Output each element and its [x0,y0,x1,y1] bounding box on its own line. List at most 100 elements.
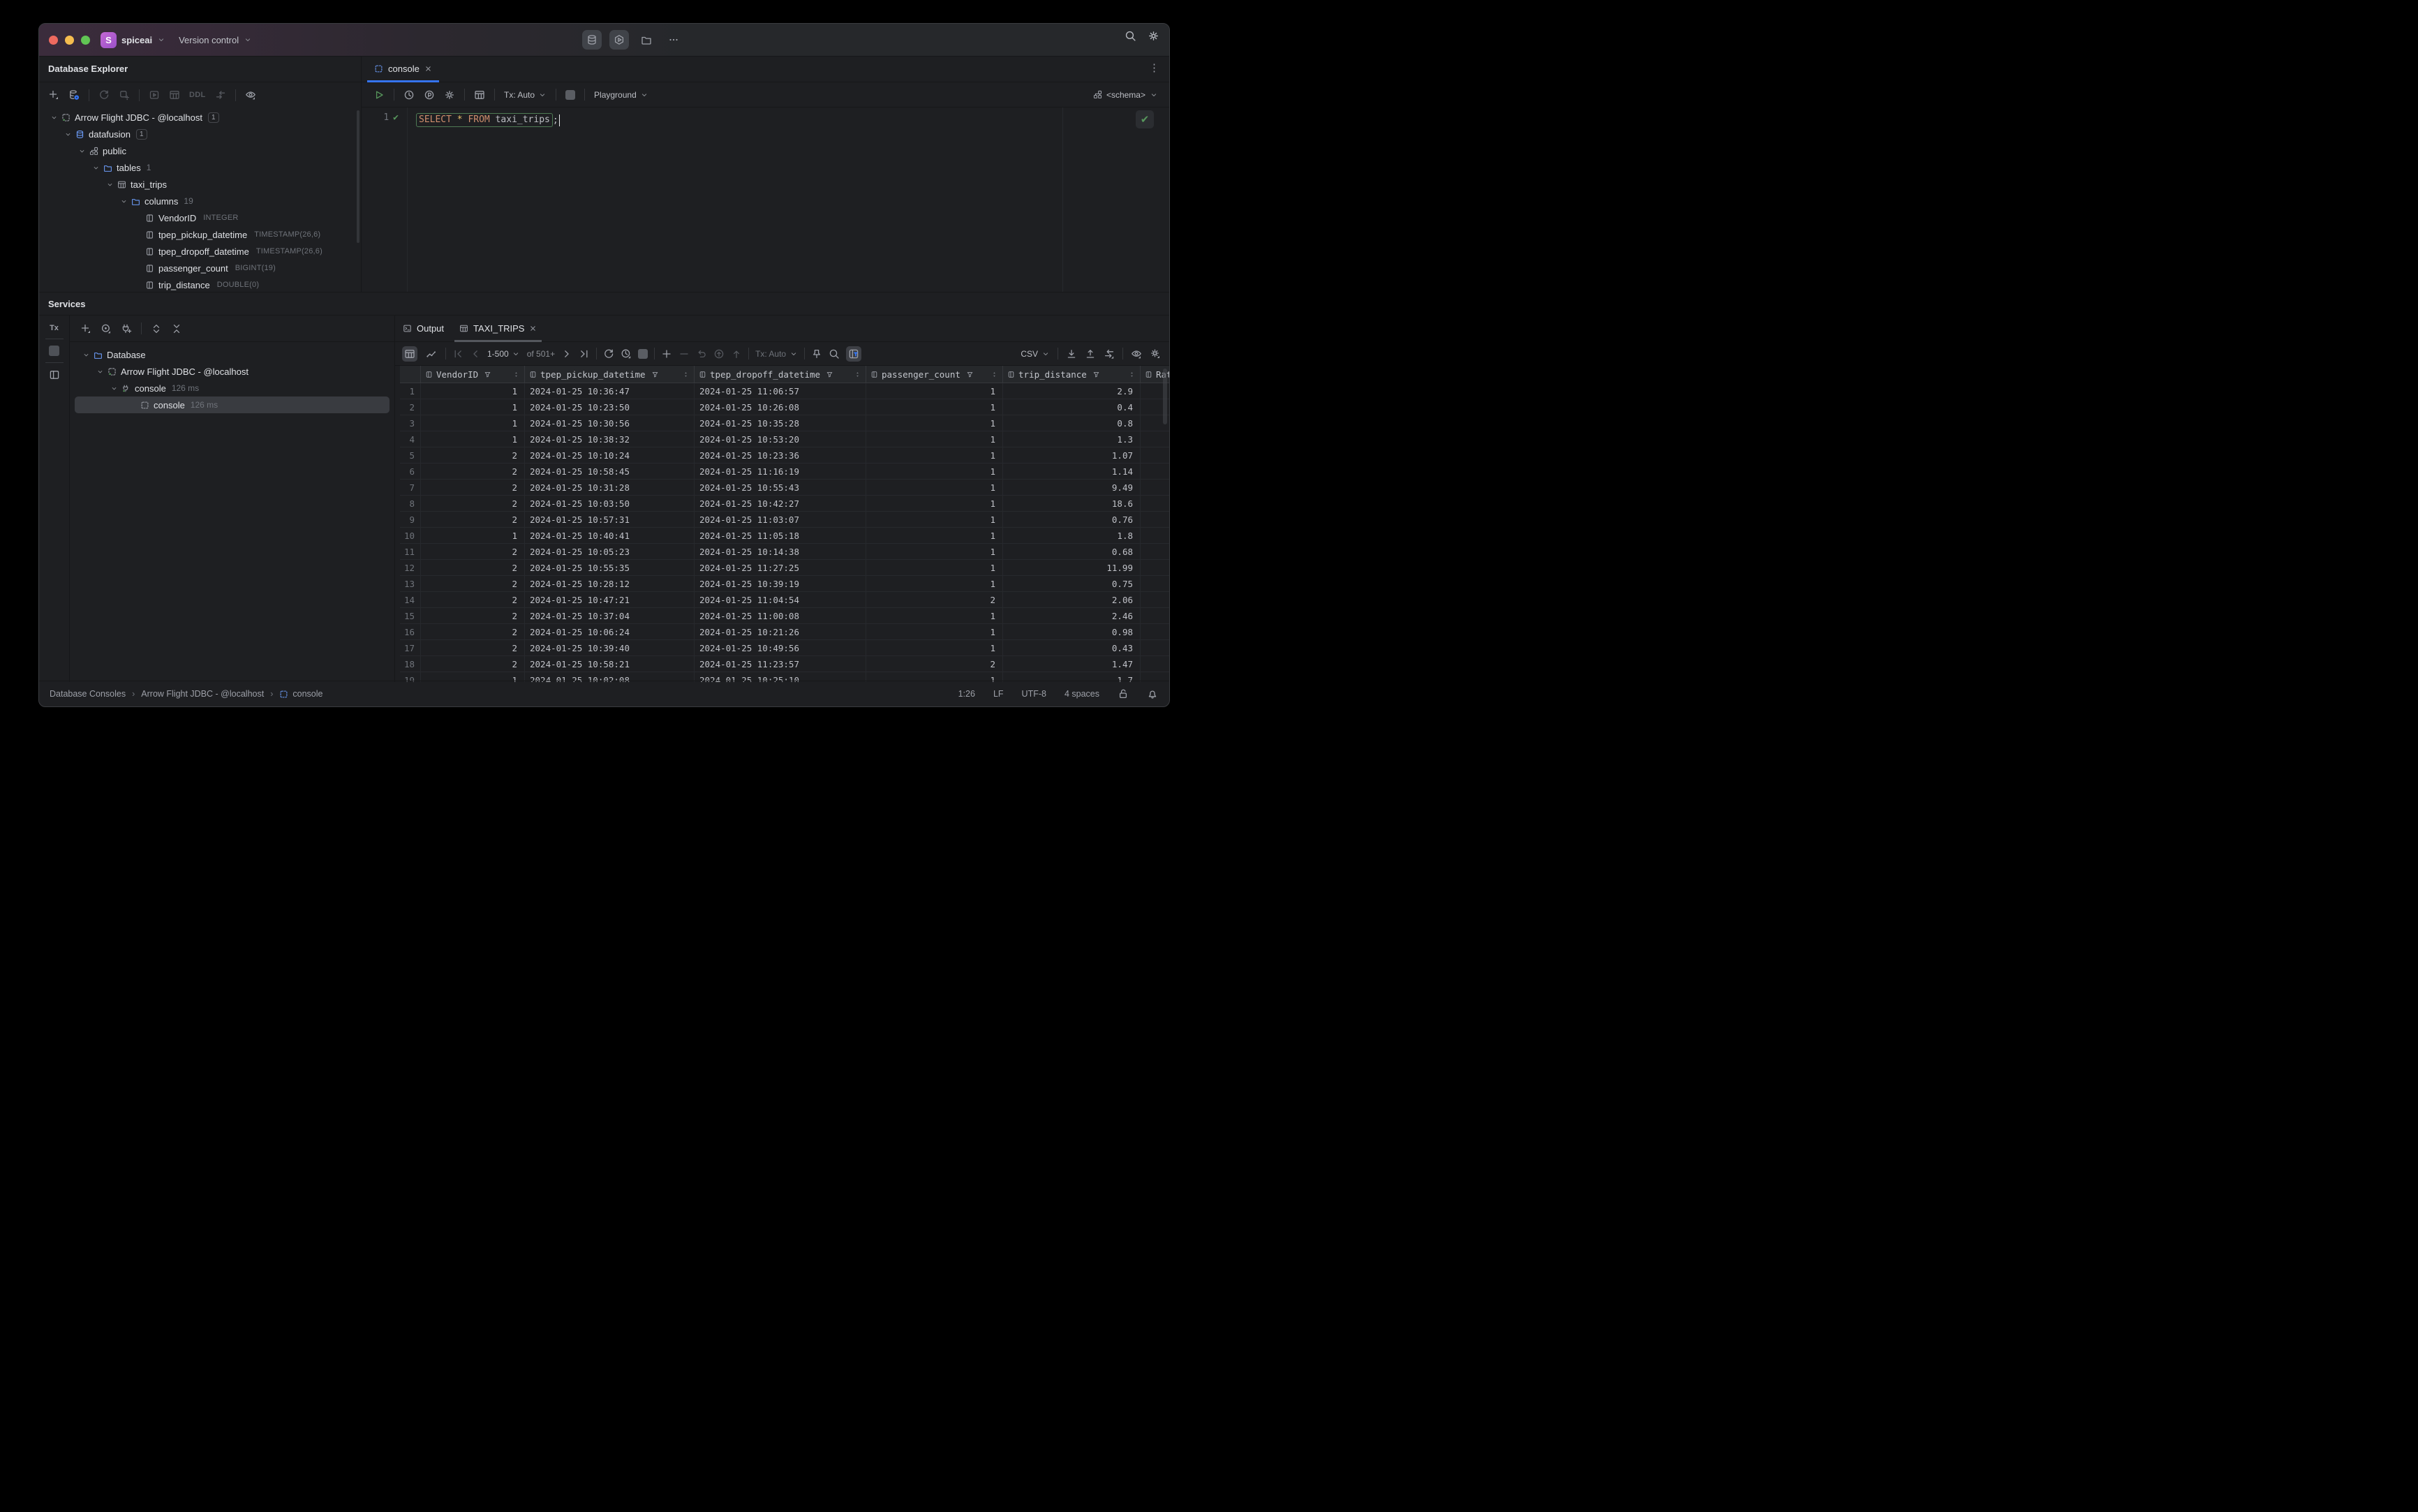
chevron-down-icon[interactable] [50,114,58,121]
breadcrumb-item[interactable]: Database Consoles [50,689,126,699]
grid-cell[interactable]: 1 [866,447,1003,463]
tree-item-console[interactable]: console 126 ms [70,380,394,396]
grid-row-18[interactable]: 18 2 2024-01-25 10:58:21 2024-01-25 11:23:5… [400,656,1169,672]
breadcrumb-item[interactable]: console [292,689,322,699]
grid-cell[interactable]: 1 [866,480,1003,495]
grid-cell[interactable]: 1.07 [1003,447,1141,463]
grid-cell[interactable]: 2 [866,592,1003,607]
grid-cell[interactable]: 2 [421,447,525,463]
tree-item-database[interactable]: Database [70,346,394,363]
chart-view-button[interactable] [424,346,439,362]
grid-cell[interactable]: 1 [866,544,1003,559]
caret-position[interactable]: 1:26 [958,689,975,699]
grid-cell[interactable]: 1 [421,415,525,431]
row-number[interactable]: 14 [400,592,421,607]
pin-tab-button[interactable] [811,348,822,360]
grid-cell[interactable]: 2 [866,656,1003,672]
grid-cell[interactable]: 2 [421,624,525,639]
grid-cell[interactable]: 18.6 [1003,496,1141,511]
grid-cell[interactable] [1141,560,1169,575]
grid-cell[interactable]: 2 [421,560,525,575]
project-files-button[interactable] [637,30,656,50]
grid-cell[interactable]: 2024-01-25 10:30:56 [525,415,695,431]
grid-cell[interactable]: 1 [866,415,1003,431]
tab-output[interactable]: Output [395,316,452,341]
filter-funnel-icon[interactable] [1092,371,1100,378]
grid-cell[interactable]: 2 [421,608,525,623]
grid-cell[interactable]: 1.47 [1003,656,1141,672]
grid-settings-button[interactable] [1150,348,1161,360]
tree-item-columns[interactable]: columns 19 [39,193,358,209]
grid-cell[interactable]: 1 [866,399,1003,415]
grid-cell[interactable]: 2024-01-25 10:49:56 [695,640,866,655]
grid-cell[interactable]: 2024-01-25 10:57:31 [525,512,695,527]
tree-item-trip-distance[interactable]: trip_distance DOUBLE(0) [39,276,358,292]
grid-cell[interactable]: 2024-01-25 11:05:18 [695,528,866,543]
filter-panel-button[interactable] [846,346,862,362]
page-range-select[interactable]: 1-500 [487,349,509,359]
grid-cell[interactable]: 1 [421,431,525,447]
grid-cell[interactable]: 2024-01-25 11:06:57 [695,383,866,399]
grid-cell[interactable]: 1 [866,496,1003,511]
grid-cell[interactable]: 1 [866,640,1003,655]
grid-cell[interactable]: 0.4 [1003,399,1141,415]
grid-row-16[interactable]: 16 2 2024-01-25 10:06:24 2024-01-25 10:21:2… [400,624,1169,640]
row-number[interactable]: 9 [400,512,421,527]
grid-cell[interactable]: 1.14 [1003,464,1141,479]
grid-corner-cell[interactable] [400,366,421,383]
tree-item-console[interactable]: console 126 ms [75,396,390,413]
grid-cell[interactable]: 2024-01-25 10:58:45 [525,464,695,479]
previous-page-button[interactable] [470,348,481,360]
grid-cell[interactable]: 2 [421,640,525,655]
grid-row-8[interactable]: 8 2 2024-01-25 10:03:50 2024-01-25 10:42:27… [400,496,1169,512]
grid-cell[interactable]: 2024-01-25 10:55:43 [695,480,866,495]
grid-cell[interactable]: 1 [866,383,1003,399]
row-number[interactable]: 15 [400,608,421,623]
show-options-button[interactable] [101,323,112,334]
grid-row-10[interactable]: 10 1 2024-01-25 10:40:41 2024-01-25 11:05:1… [400,528,1169,544]
grid-cell[interactable]: 2024-01-25 10:05:23 [525,544,695,559]
disconnect-button[interactable] [119,89,130,101]
grid-cell[interactable]: 2024-01-25 10:10:24 [525,447,695,463]
grid-cell[interactable]: 1.8 [1003,528,1141,543]
grid-row-6[interactable]: 6 2 2024-01-25 10:58:45 2024-01-25 11:16:19… [400,464,1169,480]
line-separator[interactable]: LF [993,689,1004,699]
tab-console[interactable]: console [367,56,439,82]
tx-mode-select[interactable]: Tx: Auto [504,90,547,100]
tab-taxi-trips[interactable]: TAXI_TRIPS [452,316,544,342]
grid-cell[interactable]: 1 [866,560,1003,575]
grid-cell[interactable] [1141,496,1169,511]
export-download-button[interactable] [1066,348,1077,360]
split-layout-icon[interactable] [49,369,60,380]
chevron-down-icon[interactable] [106,181,114,188]
explorer-scrollbar[interactable] [357,110,359,243]
grid-cell[interactable]: 2024-01-25 10:38:32 [525,431,695,447]
version-control-menu[interactable]: Version control [179,35,239,45]
first-page-button[interactable] [452,348,463,360]
grid-cell[interactable] [1141,464,1169,479]
notifications-bell-icon[interactable] [1147,688,1158,699]
chevron-down-icon[interactable] [110,385,118,392]
grid-row-3[interactable]: 3 1 2024-01-25 10:30:56 2024-01-25 10:35:28… [400,415,1169,431]
schema-select[interactable]: <schema> [1093,90,1158,100]
execution-time-button[interactable] [621,348,632,360]
row-number[interactable]: 7 [400,480,421,495]
tree-item-tpep-dropoff-datetime[interactable]: tpep_dropoff_datetime TIMESTAMP(26,6) [39,243,358,260]
grid-cell[interactable]: 2024-01-25 11:00:08 [695,608,866,623]
view-options-button[interactable] [245,89,256,101]
sql-statement[interactable]: SELECT * FROM taxi_trips; [416,112,561,128]
grid-row-14[interactable]: 14 2 2024-01-25 10:47:21 2024-01-25 11:04:5… [400,592,1169,608]
zoom-window-button[interactable] [81,36,90,45]
expand-all-button[interactable] [151,323,162,334]
minimize-window-button[interactable] [65,36,74,45]
grid-cell[interactable] [1141,544,1169,559]
add-row-button[interactable] [661,348,672,360]
tree-item-arrow-flight-jdbc-localhost[interactable]: Arrow Flight JDBC - @localhost [70,363,394,380]
grid-cell[interactable]: 2024-01-25 11:23:57 [695,656,866,672]
grid-row-4[interactable]: 4 1 2024-01-25 10:38:32 2024-01-25 10:53:20… [400,431,1169,447]
grid-cell[interactable]: 2024-01-25 10:37:04 [525,608,695,623]
grid-cell[interactable] [1141,576,1169,591]
sort-icon[interactable] [512,371,520,378]
grid-cell[interactable]: 2024-01-25 10:23:36 [695,447,866,463]
grid-cell[interactable]: 2024-01-25 10:21:26 [695,624,866,639]
